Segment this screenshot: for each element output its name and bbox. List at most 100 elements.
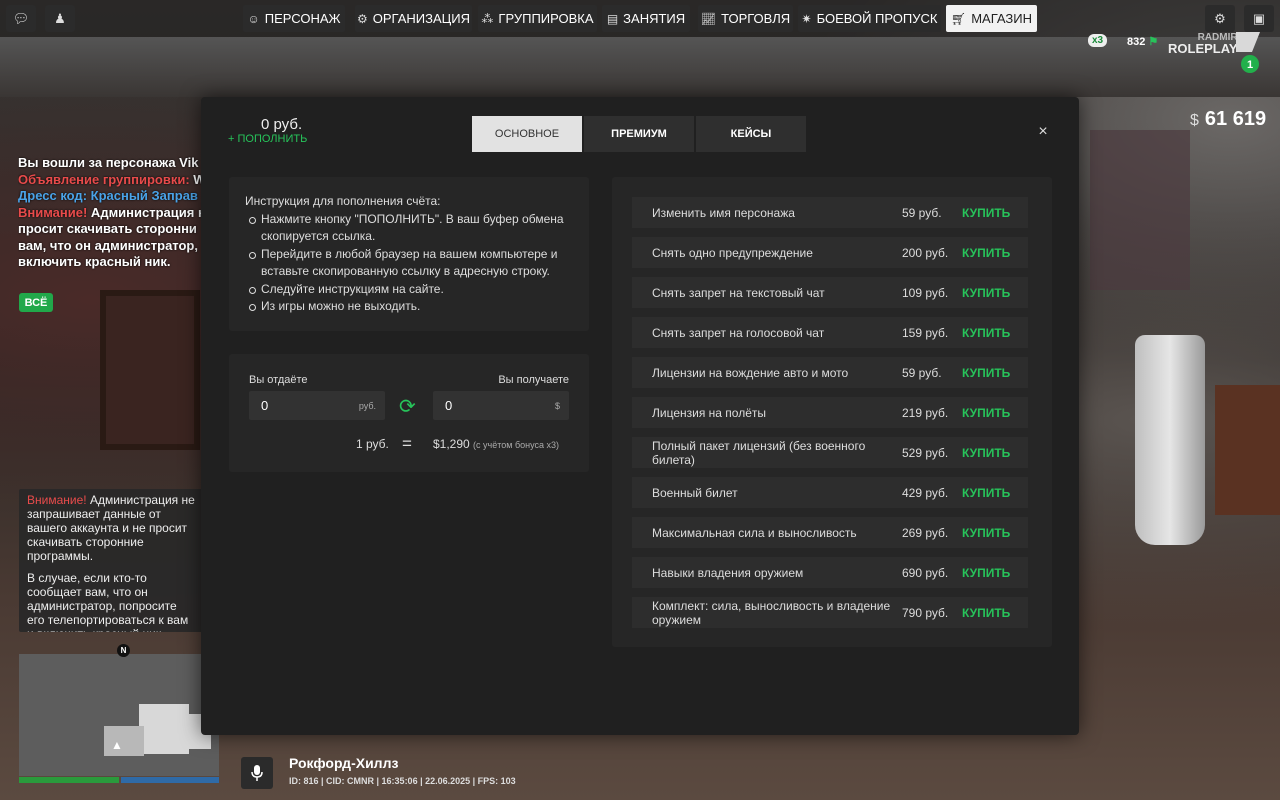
buy-button[interactable]: КУПИТЬ [962,446,1010,460]
buy-button[interactable]: КУПИТЬ [962,286,1010,300]
item-price: 529 руб. [902,446,949,460]
shop-item: Комплект: сила, выносливость и владение … [632,597,1028,628]
give-input[interactable]: 0 руб. [249,391,385,420]
get-label: Вы получаете [498,374,569,386]
compass-north: N [117,644,130,657]
item-price: 269 руб. [902,526,949,540]
buy-button[interactable]: КУПИТЬ [962,486,1010,500]
nav-label: ЗАНЯТИЯ [623,11,686,26]
item-name: Навыки владения оружием [652,565,804,580]
item-price: 159 руб. [902,326,949,340]
settings-button[interactable]: ⚙ [1205,5,1235,32]
character-button[interactable]: ♟ [45,5,75,32]
online-badge: 832 ⚑ [1127,35,1158,48]
chat-icon: 💬︎ [12,10,30,26]
topup-button[interactable]: + ПОПОЛНИТЬ [228,133,307,145]
item-price: 200 руб. [902,246,949,260]
item-price: 690 руб. [902,566,949,580]
minimap: ▲ [19,654,219,776]
nav-battlepass[interactable]: ✷ БОЕВОЙ ПРОПУСК [798,5,941,32]
buy-button[interactable]: КУПИТЬ [962,366,1010,380]
nav-character[interactable]: ☺ ПЕРСОНАЖ [243,5,345,32]
chat-button[interactable]: 💬︎ [6,5,36,32]
shop-item-list: Изменить имя персонажа 59 руб. КУПИТЬ Сн… [612,177,1052,647]
microphone-button[interactable] [241,757,273,789]
organization-icon: ⚙︎ [357,11,368,26]
chat-line: вам, что он администратор, [18,238,208,255]
scene-window [1090,130,1190,290]
nav-label: ОРГАНИЗАЦИЯ [372,11,470,26]
nav-label: ГРУППИРОВКА [498,11,594,26]
notice-paragraph-1: Внимание! Администрация не запрашивает д… [27,493,195,563]
item-name: Военный билет [652,485,738,500]
item-name: Изменить имя персонажа [652,205,795,220]
scene-cabinet [1215,385,1280,515]
server-number: 1 [1247,59,1253,71]
nav-shop[interactable]: 🛒︎ МАГАЗИН [946,5,1037,32]
nav-trade[interactable]: 📈︎ ТОРГОВЛЯ [698,5,793,32]
shop-item: Лицензии на вождение авто и мото 59 руб.… [632,357,1028,388]
nav-tasks[interactable]: ▤ ЗАНЯТИЯ [602,5,690,32]
shop-tabs: ОСНОВНОЕ ПРЕМИУМ КЕЙСЫ [472,116,806,152]
item-name: Лицензия на полёты [652,405,766,420]
item-price: 429 руб. [902,486,949,500]
chat-all-button[interactable]: ВСЁ [19,293,53,312]
chat-line: включить красный ник. [18,254,208,271]
admin-notice: Внимание! Администрация не запрашивает д… [19,489,203,632]
buy-button[interactable]: КУПИТЬ [962,246,1010,260]
person-icon: ☺ [247,11,260,26]
shop-item: Снять одно предупреждение 200 руб. КУПИТ… [632,237,1028,268]
instructions-title: Инструкция для пополнения счёта: [245,194,441,208]
nav-label: БОЕВОЙ ПРОПУСК [816,11,938,26]
item-name: Максимальная сила и выносливость [652,525,857,540]
shop-balance: 0 руб. [261,116,303,133]
shop-item: Изменить имя персонажа 59 руб. КУПИТЬ [632,197,1028,228]
notice-paragraph-2: В случае, если кто-то сообщает вам, что … [27,571,189,632]
money-currency: $ [1190,112,1199,129]
scene-painting [100,290,200,450]
get-input[interactable]: 0 $ [433,391,569,420]
chat-text: Вы вошли за персонажа Vik [18,155,199,170]
buy-button[interactable]: КУПИТЬ [962,526,1010,540]
item-name: Снять запрет на голосовой чат [652,325,825,340]
instruction-step: Нажмите кнопку "ПОПОЛНИТЬ". В ваш буфер … [249,211,573,246]
shop-item: Военный билет 429 руб. КУПИТЬ [632,477,1028,508]
buy-button[interactable]: КУПИТЬ [962,606,1010,620]
multiplier-badge: x3 [1088,34,1108,47]
battlepass-icon: ✷ [801,11,812,26]
scene-heater [1135,335,1205,545]
nav-label: ТОРГОВЛЯ [721,11,791,26]
buy-button[interactable]: КУПИТЬ [962,206,1010,220]
give-label: Вы отдаёте [249,374,308,386]
close-icon[interactable]: × [1035,123,1051,140]
nav-group[interactable]: ⁂ ГРУППИРОВКА [478,5,597,32]
give-currency: руб. [358,401,376,411]
tab-premium[interactable]: ПРЕМИУМ [584,116,694,152]
get-value: 0 [445,398,453,413]
session-info: ID: 816 | CID: CMNR | 16:35:06 | 22.06.2… [289,776,516,786]
swap-icon[interactable]: ⟳ [399,394,416,419]
online-count: 832 [1127,36,1146,48]
get-currency: $ [554,401,560,411]
instructions-list: Нажмите кнопку "ПОПОЛНИТЬ". В ваш буфер … [245,211,573,316]
tab-main[interactable]: ОСНОВНОЕ [472,116,582,152]
inventory-button[interactable]: ▣ [1244,5,1274,32]
item-price: 219 руб. [902,406,949,420]
tasks-icon: ▤ [606,11,619,26]
chat-line: Вы вошли за персонажа Vik [18,155,208,172]
buy-button[interactable]: КУПИТЬ [962,326,1010,340]
instruction-step: Следуйте инструкциям на сайте. [249,281,573,299]
buy-button[interactable]: КУПИТЬ [962,566,1010,580]
health-bar [19,777,119,783]
tab-cases[interactable]: КЕЙСЫ [696,116,806,152]
chat-text: просит скачивать сторонни [18,221,197,236]
chart-icon: 📈︎ [700,11,717,26]
buy-button[interactable]: КУПИТЬ [962,406,1010,420]
nav-organization[interactable]: ⚙︎ ОРГАНИЗАЦИЯ [355,5,472,32]
money-display: $ 61 619 [1190,108,1266,131]
chat-line: Объявление группировки: W [18,172,208,189]
nav-label: ПЕРСОНАЖ [264,11,341,26]
minimap-building [104,726,144,756]
settings-icon: ⚙ [1214,10,1226,26]
chat-line: просит скачивать сторонни [18,221,208,238]
